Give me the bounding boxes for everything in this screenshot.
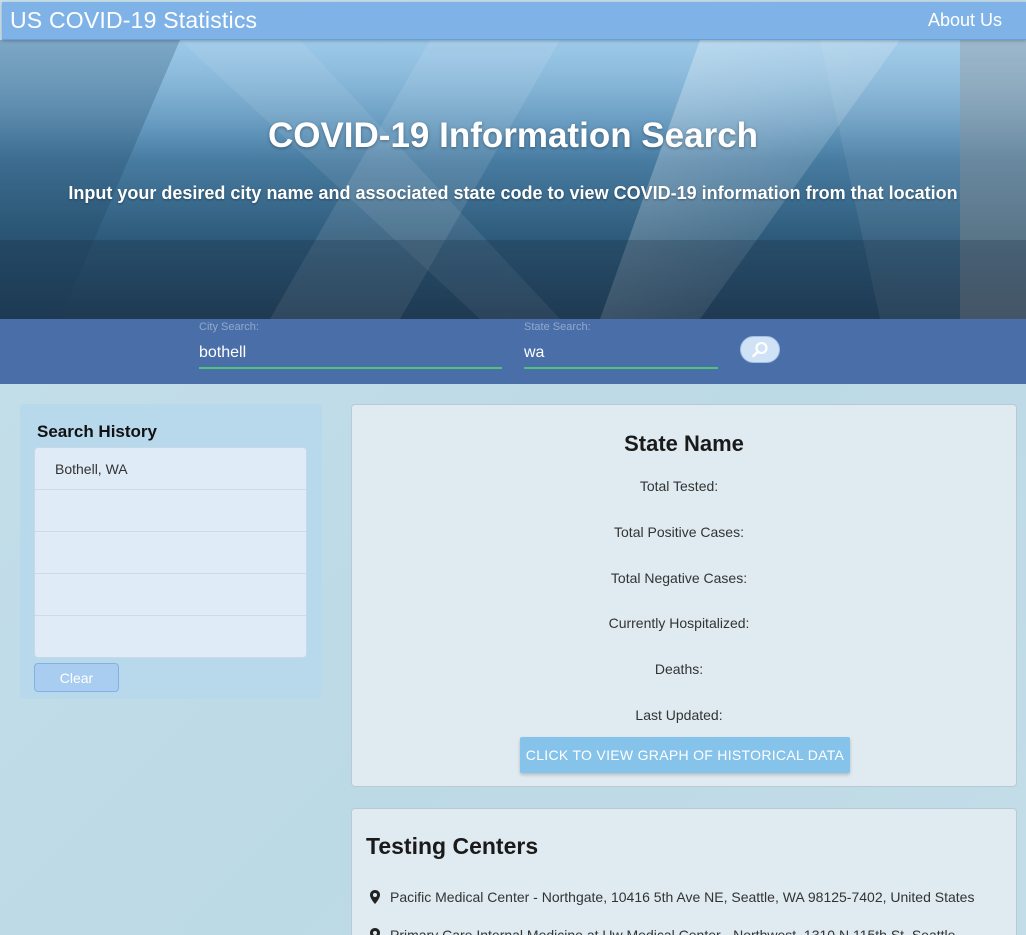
history-item[interactable] <box>35 532 306 574</box>
list-item[interactable]: Pacific Medical Center - Northgate, 1041… <box>368 889 974 905</box>
search-history-list: Bothell, WA <box>34 447 307 658</box>
brand-title[interactable]: US COVID-19 Statistics <box>10 7 257 34</box>
state-search-input[interactable] <box>524 339 718 369</box>
hero-title: COVID-19 Information Search <box>267 116 759 155</box>
testing-center-address: Primary Care Internal Medicine at Uw Med… <box>390 927 956 935</box>
view-graph-button[interactable]: CLICK TO VIEW GRAPH OF HISTORICAL DATA <box>520 737 850 773</box>
location-pin-icon <box>370 928 380 935</box>
hospitalized-label: Currently Hospitalized: <box>608 615 750 631</box>
list-item[interactable]: Primary Care Internal Medicine at Uw Med… <box>368 927 955 935</box>
last-updated-label: Last Updated: <box>635 707 723 723</box>
search-bar: City Search: State Search: <box>0 319 1026 384</box>
hero-background-graphic <box>0 40 1026 319</box>
hero-banner: COVID-19 Information Search Input your d… <box>0 40 1026 319</box>
state-search-field: State Search: <box>524 321 718 371</box>
city-search-input[interactable] <box>199 339 502 369</box>
history-item[interactable] <box>35 574 306 616</box>
testing-center-address: Pacific Medical Center - Northgate, 1041… <box>390 889 975 905</box>
about-us-link[interactable]: About Us <box>928 10 1002 31</box>
state-search-label: State Search: <box>524 321 591 333</box>
total-positive-label: Total Positive Cases: <box>614 524 744 540</box>
hero-subtitle: Input your desired city name and associa… <box>68 183 958 203</box>
top-navbar: US COVID-19 Statistics About Us <box>2 2 1026 40</box>
city-search-label: City Search: <box>199 321 259 333</box>
testing-centers-card: Testing Centers Pacific Medical Center -… <box>351 808 1017 935</box>
city-search-field: City Search: <box>199 321 502 371</box>
state-info-card: State Name Total Tested: Total Positive … <box>351 404 1017 787</box>
history-item[interactable] <box>35 616 306 657</box>
search-history-panel: Search History Bothell, WA Clear <box>20 404 322 699</box>
location-pin-icon <box>370 890 380 904</box>
deaths-label: Deaths: <box>654 661 704 677</box>
history-item[interactable]: Bothell, WA <box>35 448 306 490</box>
search-icon <box>752 341 768 357</box>
state-name-title: State Name <box>624 431 744 456</box>
total-negative-label: Total Negative Cases: <box>610 570 748 586</box>
clear-history-button[interactable]: Clear <box>34 663 119 692</box>
history-item[interactable] <box>35 490 306 532</box>
total-tested-label: Total Tested: <box>639 478 719 494</box>
search-button[interactable] <box>740 336 780 363</box>
testing-centers-title: Testing Centers <box>366 833 539 859</box>
search-history-title: Search History <box>37 422 157 441</box>
